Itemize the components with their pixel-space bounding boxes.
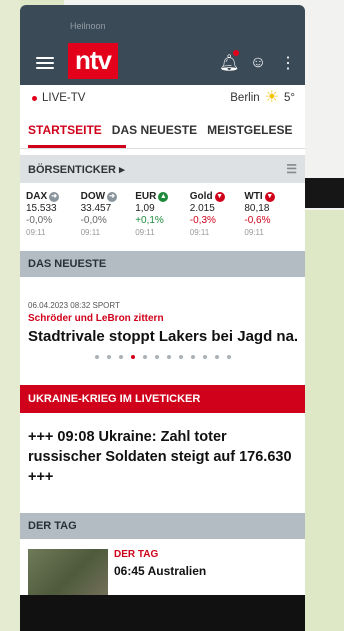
ticker-time: 09:11	[189, 228, 210, 237]
live-dot-icon	[32, 95, 37, 101]
nav-tabs: STARTSEITE DAS NEUESTE MEISTGELESE	[20, 111, 305, 149]
ticker-value: 33.457	[80, 203, 112, 214]
section-ukraine-liveticker[interactable]: UKRAINE-KRIEG IM LIVETICKER	[20, 385, 305, 413]
ticker-time: 09:11	[80, 228, 101, 237]
live-tv-link[interactable]: LIVE-TV	[32, 92, 85, 104]
carousel-dot[interactable]	[130, 355, 135, 359]
live-bar: LIVE-TV Berlin ☀ 5°	[20, 85, 305, 111]
down-arrow-icon: ▼	[214, 192, 225, 202]
user-icon[interactable]: ☺	[249, 54, 267, 72]
weather-city: Berlin	[230, 92, 260, 104]
hamburger-icon[interactable]	[36, 57, 54, 69]
background-bar	[300, 178, 344, 208]
ticker-value: 1,09	[135, 203, 155, 214]
ticker-change: +0,1%	[135, 215, 164, 226]
carousel-dot[interactable]	[94, 355, 99, 359]
down-arrow-icon: ▼	[264, 192, 275, 202]
ticker-name: WTI	[244, 191, 263, 202]
ticker-time: 09:11	[26, 228, 46, 237]
chevron-right-icon: ▸	[119, 163, 125, 176]
tab-startseite[interactable]: STARTSEITE	[28, 123, 102, 137]
ticker-name: DOW	[80, 191, 106, 202]
article-meta: 06.04.2023 08:32 SPORT	[28, 301, 120, 310]
tab-das-neueste[interactable]: DAS NEUESTE	[112, 123, 197, 137]
ticker-item-gold[interactable]: Gold ▼ 2.015 -0,3% 09:11	[190, 191, 245, 239]
carousel-dot[interactable]	[214, 355, 219, 359]
carousel-dot[interactable]	[142, 355, 147, 359]
ticker-item-wti[interactable]: WTI ▼ 80,18 -0,6% 09:11	[244, 191, 299, 239]
der-tag-kicker: DER TAG	[114, 549, 159, 560]
up-arrow-icon: ▲	[158, 192, 169, 202]
ticker-value: 80,18	[244, 203, 270, 214]
carousel-dot[interactable]	[202, 355, 207, 359]
news-carousel-item[interactable]: 06.04.2023 08:32 SPORT Schröder und LeBr…	[20, 301, 305, 345]
neutral-arrow-icon: ➜	[49, 192, 60, 202]
notification-dot	[233, 50, 239, 56]
ticker-name: EUR	[135, 191, 157, 202]
boersenticker-header[interactable]: BÖRSENTICKER ▸ ☰	[20, 155, 305, 183]
ticker-change: -0,0%	[80, 215, 107, 226]
ticker-change: -0,6%	[244, 215, 271, 226]
settings-sliders-icon[interactable]: ☰	[286, 162, 297, 176]
weather-temperature: 5°	[284, 92, 295, 104]
background-side	[0, 0, 20, 631]
carousel-dot[interactable]	[166, 355, 171, 359]
carousel-dot[interactable]	[106, 355, 111, 359]
carousel-dot[interactable]	[226, 355, 231, 359]
ticker-name: DAX	[26, 191, 48, 202]
app-window: Heilnoon ntv 🔔︎ ☺ ⋮ LIVE-TV Berlin ☀ 5° …	[20, 5, 305, 631]
der-tag-text: 06:45 Australien	[114, 564, 207, 578]
faded-header-text: Heilnoon	[70, 21, 106, 31]
tab-meistgelesen[interactable]: MEISTGELESE	[207, 123, 292, 137]
top-icons: 🔔︎ ☺ ⋮	[219, 50, 297, 73]
weather-widget[interactable]: Berlin ☀ 5°	[230, 90, 295, 106]
liveticker-headline[interactable]: +++ 09:08 Ukraine: Zahl toter russischer…	[20, 413, 305, 487]
bottom-bar	[20, 595, 305, 631]
boersenticker-title: BÖRSENTICKER	[28, 163, 117, 176]
ticker-item-eur[interactable]: EUR ▲ 1,09 +0,1% 09:11	[135, 191, 190, 239]
ticker-value: 2.015	[189, 203, 215, 214]
neutral-arrow-icon: ➜	[107, 192, 118, 202]
carousel-dot[interactable]	[154, 355, 159, 359]
carousel-dot[interactable]	[190, 355, 195, 359]
section-der-tag: DER TAG	[20, 513, 305, 539]
top-bar: Heilnoon ntv 🔔︎ ☺ ⋮	[20, 5, 305, 85]
stock-ticker: DAX ➜ 15.533 -0,0% 09:11 DOW ➜ 33.457 -0,0…	[20, 183, 305, 239]
live-tv-label: LIVE-TV	[42, 92, 86, 104]
ticker-item-dow[interactable]: DOW ➜ 33.457 -0,0% 09:11	[81, 191, 136, 239]
carousel-dots[interactable]	[20, 355, 305, 359]
more-vertical-icon[interactable]: ⋮	[279, 53, 297, 73]
ticker-change: -0,0%	[26, 215, 53, 226]
ticker-change: -0,3%	[189, 215, 216, 226]
active-tab-indicator	[28, 145, 126, 148]
ntv-logo[interactable]: ntv	[68, 43, 118, 79]
ticker-name: Gold	[189, 191, 213, 202]
carousel-dot[interactable]	[178, 355, 183, 359]
bell-icon[interactable]: 🔔︎	[219, 50, 239, 73]
ticker-value: 15.533	[26, 203, 57, 214]
ticker-time: 09:11	[244, 228, 264, 237]
article-headline: Stadtrivale stoppt Lakers bei Jagd na...	[28, 328, 297, 345]
ticker-time: 09:11	[135, 228, 155, 237]
ticker-item-dax[interactable]: DAX ➜ 15.533 -0,0% 09:11	[26, 191, 81, 239]
sun-icon: ☀	[264, 89, 279, 106]
article-kicker: Schröder und LeBron zittern	[28, 313, 164, 324]
carousel-dot[interactable]	[118, 355, 123, 359]
section-das-neueste: DAS NEUESTE	[20, 251, 305, 277]
